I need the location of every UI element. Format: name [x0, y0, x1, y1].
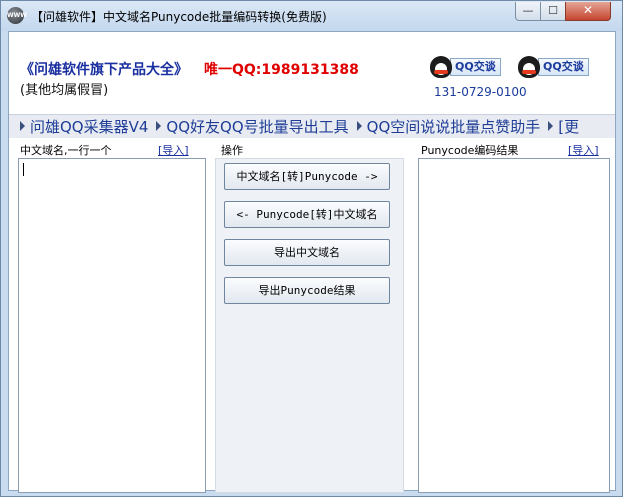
- app-window: WWW 【问雄软件】中文域名Punycode批量编码转换(免费版) — ☐ ✕ …: [0, 0, 623, 497]
- nav-item-qq-friend-export[interactable]: QQ好友QQ号批量导出工具: [164, 115, 348, 138]
- close-button[interactable]: ✕: [565, 2, 611, 21]
- product-catalog-link[interactable]: 《问雄软件旗下产品大全》: [20, 59, 188, 79]
- minimize-button[interactable]: —: [515, 2, 541, 21]
- nav-item-qzone-like[interactable]: QQ空间说说批量点赞助手: [365, 115, 541, 138]
- input-domains-label: 中文域名,一行一个: [20, 144, 112, 157]
- export-chinese-domains-button[interactable]: 导出中文域名: [224, 239, 390, 266]
- product-nav-bar: 问雄QQ采集器V4 QQ好友QQ号批量导出工具 QQ空间说说批量点赞助手 [更: [9, 114, 615, 138]
- nav-arrow-icon: [356, 121, 362, 131]
- qq-penguin-icon: [430, 56, 452, 78]
- nav-arrow-icon: [20, 121, 25, 131]
- maximize-button[interactable]: ☐: [540, 2, 566, 21]
- counterfeit-note: (其他均属假冒): [20, 83, 109, 98]
- qq-chat-button-1[interactable]: QQ交谈: [430, 56, 501, 78]
- punycode-result-textarea[interactable]: [418, 158, 610, 493]
- nav-arrow-icon: [156, 121, 162, 131]
- qq-chat-label: QQ交谈: [538, 58, 589, 76]
- client-area: 《问雄软件旗下产品大全》 唯一QQ:1989131388 (其他均属假冒) QQ…: [8, 31, 616, 493]
- punycode-result-label: Punycode编码结果: [421, 144, 519, 157]
- convert-to-chinese-button[interactable]: <- Punycode[转]中文域名: [224, 201, 390, 228]
- import-domains-link[interactable]: [导入]: [158, 142, 189, 158]
- import-punycode-link[interactable]: [导入]: [568, 142, 599, 158]
- nav-arrow-icon: [548, 121, 554, 131]
- text-caret: [23, 163, 24, 176]
- qq-chat-button-2[interactable]: QQ交谈: [518, 56, 589, 78]
- operations-label: 操作: [221, 144, 243, 157]
- nav-item-more[interactable]: [更: [556, 115, 579, 138]
- chinese-domains-textarea[interactable]: [18, 158, 206, 493]
- phone-number: 131-0729-0100: [434, 85, 527, 99]
- export-punycode-button[interactable]: 导出Punycode结果: [224, 277, 390, 304]
- header-banner: 《问雄软件旗下产品大全》 唯一QQ:1989131388 (其他均属假冒) QQ…: [9, 32, 615, 104]
- qq-chat-label: QQ交谈: [450, 58, 501, 76]
- window-title: 【问雄软件】中文域名Punycode批量编码转换(免费版): [31, 10, 327, 24]
- official-qq-text: 唯一QQ:1989131388: [204, 62, 359, 78]
- qq-penguin-icon: [518, 56, 540, 78]
- convert-to-punycode-button[interactable]: 中文域名[转]Punycode ->: [224, 163, 390, 190]
- app-logo-icon: WWW: [7, 7, 27, 24]
- title-bar[interactable]: WWW 【问雄软件】中文域名Punycode批量编码转换(免费版) — ☐ ✕: [1, 1, 622, 31]
- nav-item-qq-collector[interactable]: 问雄QQ采集器V4: [28, 115, 148, 138]
